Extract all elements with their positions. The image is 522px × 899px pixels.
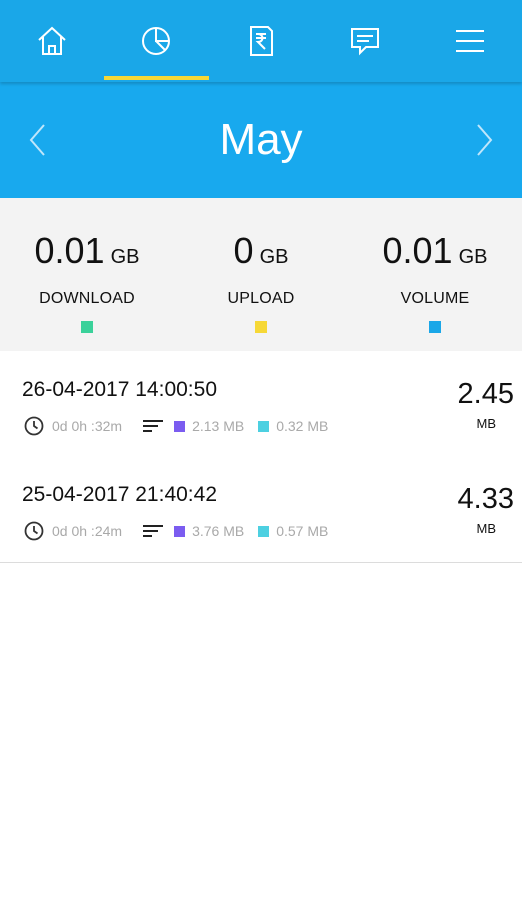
volume-stat: 0.01 GB VOLUME <box>348 228 522 333</box>
session-size: 2.45 <box>457 378 514 410</box>
download-legend-swatch <box>174 420 186 432</box>
download-swatch <box>81 321 93 333</box>
session-meta: 0d 0h :24m 3.76 MB 0.57 MB <box>24 521 328 541</box>
session-upload: 0.32 MB <box>276 418 329 434</box>
upload-stat: 0 GB UPLOAD <box>174 228 348 333</box>
session-download: 2.13 MB <box>192 418 245 434</box>
download-stat: 0.01 GB DOWNLOAD <box>0 228 174 333</box>
volume-label: VOLUME <box>400 290 470 307</box>
top-nav-bar <box>0 0 522 82</box>
session-datetime: 25-04-2017 21:40:42 <box>22 483 217 506</box>
clock-icon <box>24 416 44 436</box>
upload-label: UPLOAD <box>227 290 295 307</box>
session-row[interactable]: 26-04-2017 14:00:50 0d 0h :32m 2.13 MB 0… <box>0 352 522 458</box>
session-size-unit: MB <box>476 521 497 536</box>
month-header: May <box>0 82 522 198</box>
session-duration: 0d 0h :24m <box>52 523 123 539</box>
volume-swatch <box>429 321 441 333</box>
download-legend-swatch <box>174 525 186 537</box>
session-size-unit: MB <box>476 416 497 431</box>
clock-icon <box>24 521 44 541</box>
nav-messages[interactable] <box>313 0 417 82</box>
download-label: DOWNLOAD <box>39 290 135 307</box>
menu-icon <box>456 30 484 52</box>
session-upload: 0.57 MB <box>276 523 329 539</box>
upload-legend-swatch <box>258 420 270 432</box>
session-download: 3.76 MB <box>192 523 245 539</box>
upload-swatch <box>255 321 267 333</box>
nav-bill[interactable] <box>209 0 313 82</box>
upload-value: 0 GB <box>233 230 289 271</box>
nav-menu[interactable] <box>418 0 522 82</box>
month-title: May <box>219 115 303 164</box>
pie-chart-icon <box>142 27 170 55</box>
rupee-bill-icon <box>250 26 273 56</box>
session-datetime: 26-04-2017 14:00:50 <box>22 378 217 401</box>
session-meta: 0d 0h :32m 2.13 MB 0.32 MB <box>24 416 328 436</box>
nav-home[interactable] <box>0 0 104 82</box>
upload-legend-swatch <box>258 525 270 537</box>
next-month-button[interactable] <box>470 120 500 160</box>
active-tab-indicator <box>104 76 209 80</box>
download-value: 0.01 GB <box>34 230 140 271</box>
nav-usage[interactable] <box>104 0 208 82</box>
sort-lines-icon <box>143 525 164 537</box>
sort-lines-icon <box>143 420 164 432</box>
volume-value: 0.01 GB <box>382 230 488 271</box>
chat-icon <box>351 28 379 56</box>
session-duration: 0d 0h :32m <box>52 418 123 434</box>
home-icon <box>38 26 66 55</box>
usage-summary: 0.01 GB DOWNLOAD 0 GB UPLOAD 0.01 GB VOLUME <box>0 198 522 351</box>
session-row[interactable]: 25-04-2017 21:40:42 0d 0h :24m 3.76 MB 0… <box>0 457 522 563</box>
session-size: 4.33 <box>457 483 514 515</box>
chevron-right-icon <box>477 124 493 156</box>
